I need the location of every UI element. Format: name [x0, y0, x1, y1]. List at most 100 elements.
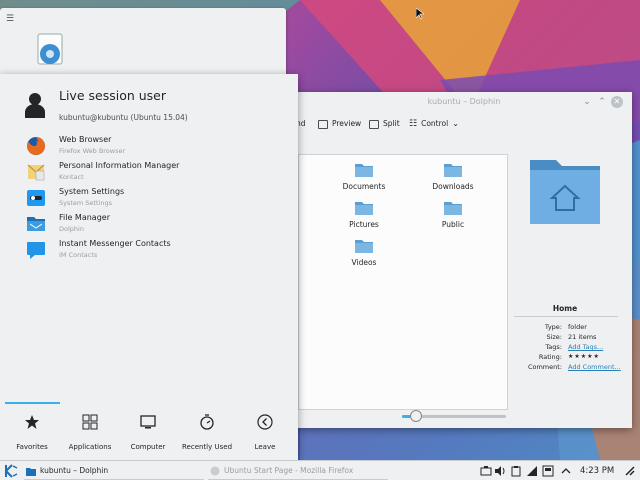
folder-item[interactable]: Videos: [334, 239, 394, 267]
firefox-icon: [27, 136, 46, 155]
task-firefox[interactable]: Ubuntu Start Page - Mozilla Firefox: [210, 464, 353, 478]
folder-item[interactable]: Downloads: [423, 163, 483, 191]
firefox-icon: [210, 466, 220, 476]
favorite-im-contacts[interactable]: Instant Messenger Contacts IM Contacts: [26, 238, 286, 262]
taskbar: kubuntu – Dolphin Ubuntu Start Page - Mo…: [0, 460, 640, 480]
tab-recently-used[interactable]: Recently Used: [177, 414, 237, 451]
favorite-desc: System Settings: [59, 199, 112, 207]
user-name: Live session user: [59, 88, 167, 103]
task-dolphin[interactable]: kubuntu – Dolphin: [26, 464, 108, 478]
notifications-icon[interactable]: [542, 465, 554, 477]
widget-menu-icon[interactable]: ☰: [6, 14, 18, 26]
info-title: Home: [552, 304, 578, 313]
chevron-up-icon[interactable]: [560, 465, 572, 477]
user-host: kubuntu@kubuntu (Ubuntu 15.04): [59, 113, 188, 122]
favorite-name: System Settings: [59, 187, 125, 196]
volume-icon[interactable]: [494, 465, 506, 477]
folder-label: Documents: [342, 182, 386, 191]
favorite-web-browser[interactable]: Web Browser Firefox Web Browser: [26, 134, 286, 158]
network-icon[interactable]: [526, 465, 538, 477]
preview-button[interactable]: Preview: [318, 116, 361, 132]
monitor-icon: [140, 415, 156, 429]
folder-icon: [444, 164, 462, 177]
info-row-size: Size: 21 items: [510, 332, 630, 342]
favorite-name: File Manager: [59, 213, 110, 222]
desktop-widget-panel: ☰: [0, 8, 286, 78]
type-label: Type:: [544, 323, 562, 331]
size-value: 21 items: [568, 333, 597, 341]
split-icon: [369, 119, 379, 129]
control-label: Control: [421, 119, 449, 128]
back-icon: [257, 414, 273, 430]
tab-label: Computer: [130, 443, 166, 451]
kontact-icon: [27, 164, 45, 181]
file-view[interactable]: Documents Downloads Pictures Public Vide…: [298, 154, 508, 410]
maximize-button[interactable]: ⌃: [596, 96, 608, 108]
tab-favorites[interactable]: Favorites: [2, 414, 62, 451]
add-tags-link[interactable]: Add Tags...: [568, 342, 603, 352]
clock-icon: [200, 414, 214, 430]
tab-leave[interactable]: Leave: [235, 414, 295, 451]
dolphin-window: kubuntu – Dolphin ⌄ ⌃ ✕ nd Preview Split…: [296, 92, 632, 428]
type-value: folder: [568, 323, 587, 331]
add-comment-link[interactable]: Add Comment...: [568, 362, 621, 372]
control-icon: ☷: [409, 119, 418, 129]
folder-label: Videos: [351, 258, 377, 267]
info-row-rating: Rating: ★★★★★: [510, 352, 630, 362]
size-label: Size:: [546, 333, 562, 341]
favorite-system-settings[interactable]: System Settings System Settings: [26, 186, 286, 210]
close-button[interactable]: ✕: [611, 96, 623, 108]
favorite-name: Personal Information Manager: [59, 161, 180, 170]
clock[interactable]: 4:23 PM: [580, 464, 614, 478]
favorite-file-manager[interactable]: File Manager Dolphin: [26, 212, 286, 236]
folder-label: Downloads: [432, 182, 474, 191]
folder-label: Pictures: [349, 220, 379, 229]
package-installer-icon[interactable]: [32, 32, 68, 72]
favorite-pim[interactable]: Personal Information Manager Kontact: [26, 160, 286, 184]
favorite-desc: IM Contacts: [59, 251, 98, 259]
application-launcher: Live session user kubuntu@kubuntu (Ubunt…: [0, 74, 298, 460]
zoom-slider-handle[interactable]: [410, 410, 423, 422]
image-icon: [318, 119, 328, 129]
user-avatar-icon: [25, 93, 45, 118]
folder-item[interactable]: Pictures: [334, 201, 394, 229]
favorite-desc: Firefox Web Browser: [59, 147, 126, 155]
home-folder-icon: [530, 160, 600, 224]
desktop-toolbox-icon[interactable]: [624, 465, 636, 477]
tab-label: Leave: [254, 443, 276, 451]
chat-icon: [27, 242, 45, 259]
minimize-button[interactable]: ⌄: [581, 96, 593, 108]
rating-label: Rating:: [538, 353, 562, 361]
control-button[interactable]: ☷ Control ⌄: [409, 116, 459, 132]
tab-label: Favorites: [16, 443, 48, 451]
tags-label: Tags:: [545, 343, 562, 351]
info-row-tags: Tags: Add Tags...: [510, 342, 630, 352]
info-row-comment: Comment: Add Comment...: [510, 362, 630, 372]
folder-item[interactable]: Documents: [334, 163, 394, 191]
kde-menu-icon[interactable]: [3, 463, 19, 479]
chevron-down-icon: ⌄: [452, 119, 459, 128]
favorite-name: Instant Messenger Contacts: [59, 239, 171, 248]
device-notifier-icon[interactable]: [480, 465, 492, 477]
grid-icon: [82, 414, 98, 430]
info-row-type: Type: folder: [510, 322, 630, 332]
mouse-cursor-icon: [416, 8, 424, 20]
tab-computer[interactable]: Computer: [118, 414, 178, 451]
split-button[interactable]: Split: [369, 116, 400, 132]
toolbar: nd Preview Split ☷ Control ⌄: [296, 112, 632, 136]
clipboard-icon[interactable]: [510, 465, 522, 477]
tab-applications[interactable]: Applications: [60, 414, 120, 451]
rating-stars[interactable]: ★★★★★: [568, 352, 600, 362]
comment-label: Comment:: [527, 363, 562, 371]
preview-label: Preview: [332, 119, 362, 128]
task-label: Ubuntu Start Page - Mozilla Firefox: [224, 466, 354, 475]
folder-item[interactable]: Public: [423, 201, 483, 229]
launcher-tabbar: Favorites Applications Computer Recently…: [0, 402, 298, 460]
folder-icon: [355, 202, 373, 215]
information-panel: Home Type: folder Size: 21 items Tags: A…: [510, 154, 632, 410]
task-label: kubuntu – Dolphin: [40, 466, 109, 475]
folder-icon: [355, 240, 373, 253]
favorite-desc: Kontact: [59, 173, 84, 181]
favorite-desc: Dolphin: [59, 225, 84, 233]
split-label: Split: [383, 119, 400, 128]
